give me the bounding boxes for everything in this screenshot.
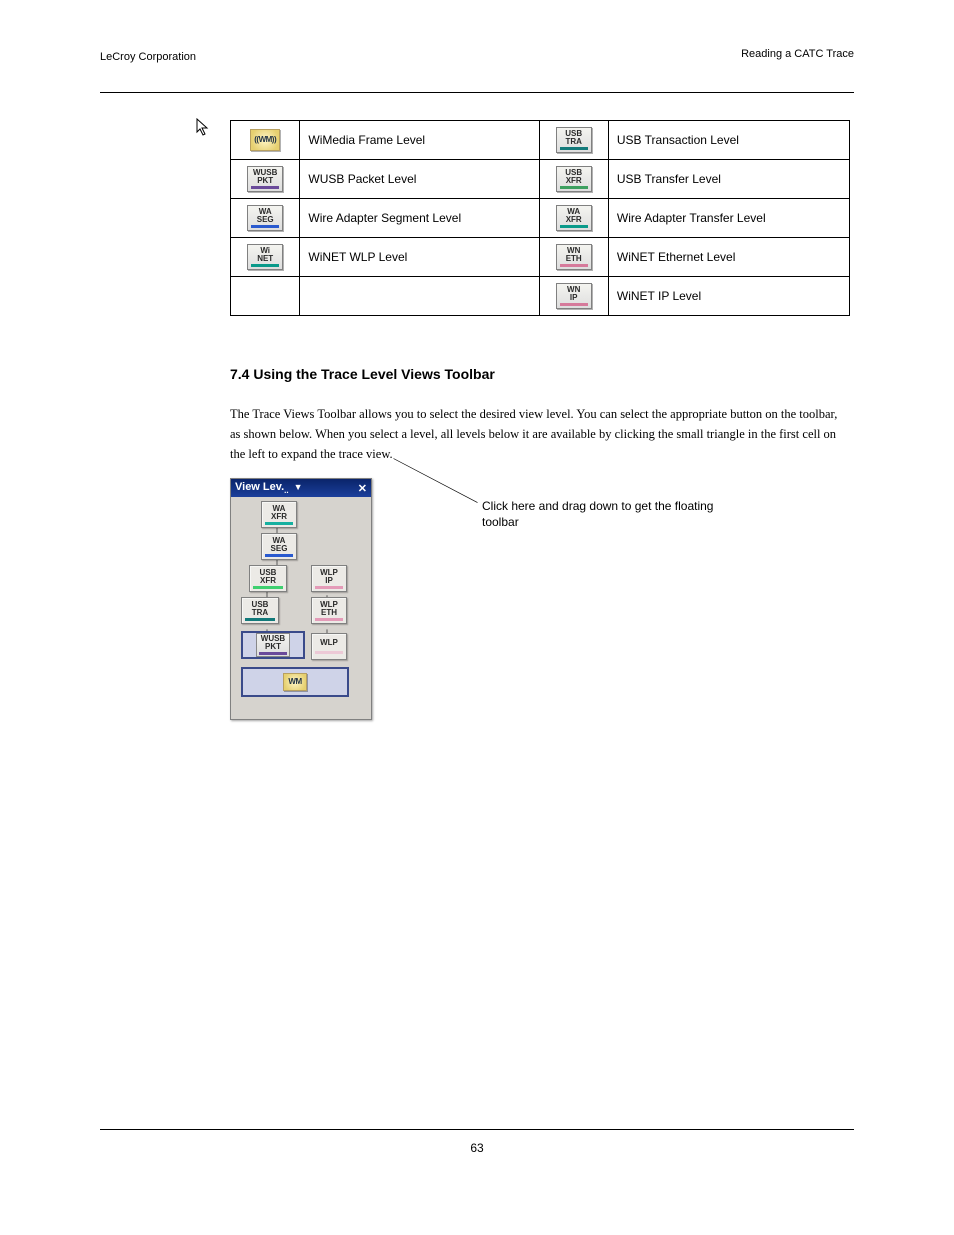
winet-ip-icon: WNIP (556, 283, 592, 309)
right-desc: USB Transfer Level (608, 160, 849, 199)
right-desc: WiNET IP Level (608, 277, 849, 316)
winet-wlp-icon: WiNET (247, 244, 283, 270)
cursor-icon (196, 118, 210, 136)
view-level-titlebar[interactable]: View Lev... ▼ ✕ (231, 479, 371, 497)
wlp-ip-button[interactable]: WLPIP (311, 565, 347, 592)
wimedia-frame-icon: ((WM)) (250, 129, 280, 151)
right-desc: WiNET Ethernet Level (608, 238, 849, 277)
header-right: Reading a CATC Trace (741, 48, 854, 60)
chevron-down-icon[interactable]: ▼ (294, 482, 303, 492)
section-paragraph: The Trace Views Toolbar allows you to se… (230, 404, 844, 464)
wa-transfer-icon: WAXFR (556, 205, 592, 231)
decode-icon-table: ((WM)) WiMedia Frame Level USBTRA USB Tr… (230, 120, 850, 316)
usb-tra-button[interactable]: USBTRA (241, 597, 279, 624)
wusb-pkt-button[interactable]: WUSBPKT (241, 631, 305, 659)
footer-rule (100, 1129, 854, 1130)
header-left: LeCroy Corporation (100, 51, 196, 63)
usb-xfr-button[interactable]: USBXFR (249, 565, 287, 592)
wa-segment-icon: WASEG (247, 205, 283, 231)
wa-xfr-button[interactable]: WAXFR (261, 501, 297, 528)
left-desc: Wire Adapter Segment Level (300, 199, 539, 238)
table-row: WNIP WiNET IP Level (231, 277, 850, 316)
usb-transaction-icon: USBTRA (556, 127, 592, 153)
header-rule (100, 92, 854, 93)
table-row: ((WM)) WiMedia Frame Level USBTRA USB Tr… (231, 121, 850, 160)
running-header: LeCroy Corporation Reading a CATC Trace (100, 48, 854, 88)
view-level-body: WAXFR WASEG USBXFR WLPIP USBTRA WLPETH W… (231, 497, 371, 719)
view-level-toolbar[interactable]: View Lev... ▼ ✕ (230, 478, 372, 720)
table-row: WiNET WiNET WLP Level WNETH WiNET Ethern… (231, 238, 850, 277)
left-desc: WiNET WLP Level (300, 238, 539, 277)
callout-text: Click here and drag down to get the floa… (482, 498, 752, 530)
wlp-button[interactable]: WLP (311, 633, 347, 660)
page-number: 63 (0, 1141, 954, 1155)
wlp-eth-button[interactable]: WLPETH (311, 597, 347, 624)
left-desc: WUSB Packet Level (300, 160, 539, 199)
view-level-title-text: View Lev. (235, 481, 284, 493)
wimedia-button[interactable]: WM (241, 667, 349, 697)
close-icon[interactable]: ✕ (358, 482, 367, 495)
content: ((WM)) WiMedia Frame Level USBTRA USB Tr… (100, 120, 854, 720)
wa-seg-button[interactable]: WASEG (261, 533, 297, 560)
winet-ethernet-icon: WNETH (556, 244, 592, 270)
left-desc: WiMedia Frame Level (300, 121, 539, 160)
right-desc: Wire Adapter Transfer Level (608, 199, 849, 238)
right-desc: USB Transaction Level (608, 121, 849, 160)
table-row: WUSBPKT WUSB Packet Level USBXFR USB Tra… (231, 160, 850, 199)
section-heading: 7.4 Using the Trace Level Views Toolbar (230, 366, 854, 382)
table-row: WASEG Wire Adapter Segment Level WAXFR W… (231, 199, 850, 238)
wusb-packet-icon: WUSBPKT (247, 166, 283, 192)
left-desc (300, 277, 539, 316)
usb-transfer-icon: USBXFR (556, 166, 592, 192)
page: LeCroy Corporation Reading a CATC Trace … (0, 0, 954, 1235)
